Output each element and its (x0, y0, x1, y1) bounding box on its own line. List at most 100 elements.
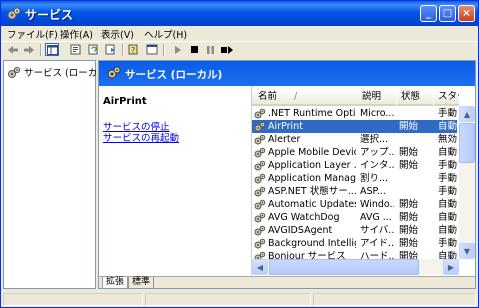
horizontal-scroll-thumb[interactable] (269, 259, 419, 275)
service-gear-icon (254, 160, 266, 171)
pane-header-title: サービス (ローカル) (125, 69, 223, 81)
show-hide-tree-button[interactable] (45, 43, 59, 56)
column-header-label: 状態 (401, 91, 421, 102)
vertical-scroll-thumb[interactable] (459, 123, 475, 163)
maximize-button[interactable]: □ (439, 5, 456, 22)
minimize-button[interactable]: _ (420, 5, 437, 22)
service-gear-icon (254, 147, 266, 158)
restart-service-button[interactable] (220, 43, 234, 56)
service-gear-icon (254, 212, 266, 223)
service-startup-cell: 手動 (438, 108, 458, 119)
column-header-name[interactable]: 名前 / (254, 90, 347, 106)
service-description-cell: Windo... (360, 199, 394, 210)
menu-file[interactable]: ファイル(F) (7, 27, 58, 41)
table-row[interactable]: Background Intellig... アイド... 開始 手動 (252, 237, 457, 250)
start-service-button[interactable] (171, 43, 185, 56)
menu-help[interactable]: ヘルプ(H) (144, 27, 187, 41)
service-name-cell: Alerter (268, 134, 301, 145)
status-bar (1, 291, 478, 307)
stop-service-button[interactable] (187, 43, 201, 56)
menu-action[interactable]: 操作(A) (60, 27, 93, 41)
export-list-button[interactable] (104, 43, 118, 56)
tab-extended[interactable]: 拡張 (102, 277, 129, 288)
close-button[interactable]: × (458, 5, 475, 22)
service-name-cell: .NET Runtime Opti... (268, 108, 356, 119)
service-name-cell: AVGIDSAgent (268, 225, 333, 236)
left-arrow-icon: ◀ (256, 262, 264, 272)
service-description-cell: Micro... (360, 108, 394, 119)
service-startup-cell: 自動 (438, 212, 458, 223)
console-tree-icon (46, 44, 58, 55)
column-header-label: スタートアップの種類 (438, 91, 459, 102)
status-cell (313, 293, 476, 306)
svg-text:?: ? (131, 46, 135, 55)
selected-service-name: AirPrint (103, 96, 147, 107)
maximize-icon: □ (442, 8, 453, 19)
table-row[interactable]: Application Manage... 割り... 手動 (252, 172, 457, 185)
service-name-cell: ASP.NET 状態サー... (268, 186, 356, 197)
scroll-up-button[interactable]: ▲ (459, 106, 475, 122)
tab-standard[interactable]: 標準 (128, 277, 155, 288)
service-startup-cell: 無効 (438, 134, 458, 145)
play-icon (175, 45, 181, 54)
help-icon: ? (128, 44, 138, 55)
toolbar-separator (40, 44, 42, 56)
refresh-button[interactable] (87, 43, 101, 56)
toolbar-separator (163, 44, 165, 56)
table-row[interactable]: Alerter 選択... 無効 (252, 133, 457, 146)
column-header-label: 説明 (362, 91, 382, 102)
service-name-cell: AVG WatchDog (268, 212, 340, 223)
service-description-cell: インタ... (360, 160, 394, 171)
horizontal-scrollbar[interactable]: ◀ ▶ (252, 259, 459, 275)
service-name-cell: Automatic Updates (268, 199, 356, 210)
services-list: 名前 / 説明 状態 スタートアップの種類 .NET Runtime Opti.… (251, 86, 475, 276)
table-row[interactable]: AVGIDSAgent サイバ... 開始 自動 (252, 224, 457, 237)
service-startup-cell: 手動 (438, 173, 458, 184)
tree-item-services-local[interactable]: サービス (ローカル) (7, 65, 110, 79)
title-bar[interactable]: サービス _ □ × (1, 1, 478, 26)
service-status-cell: 開始 (399, 147, 419, 158)
menu-view[interactable]: 表示(V) (101, 27, 134, 41)
sort-indicator: / (294, 91, 298, 102)
table-row[interactable]: AVG WatchDog AVG ... 開始 自動 (252, 211, 457, 224)
service-gear-icon (254, 225, 266, 236)
table-row[interactable]: Automatic Updates Windo... 開始 自動 (252, 198, 457, 211)
back-arrow-icon (8, 45, 18, 54)
view-tabs: 拡張 標準 (99, 276, 475, 288)
console-tree: サービス (ローカル) (3, 60, 110, 289)
column-header-startup-type[interactable]: スタートアップの種類 (434, 90, 459, 106)
service-description-cell: AVG ... (360, 212, 392, 223)
column-header-status[interactable]: 状態 (397, 90, 433, 106)
service-description-cell: 割り... (360, 173, 389, 184)
toolbar-separator (122, 44, 124, 56)
console-view-button[interactable] (145, 43, 159, 56)
services-gear-icon (8, 66, 21, 78)
back-button[interactable] (6, 43, 20, 56)
scroll-down-button[interactable]: ▼ (459, 243, 475, 259)
console-view-icon (146, 44, 158, 55)
window-title: サービス (25, 8, 74, 22)
pause-service-button[interactable] (203, 43, 217, 56)
table-row[interactable]: AirPrint 開始 自動 (252, 120, 457, 133)
table-row[interactable]: ASP.NET 状態サー... ASP... 手動 (252, 185, 457, 198)
column-header-description[interactable]: 説明 (358, 90, 396, 106)
service-startup-cell: 手動 (438, 186, 458, 197)
table-row[interactable]: Apple Mobile Device アップ... 開始 自動 (252, 146, 457, 159)
service-startup-cell: 自動 (438, 147, 458, 158)
help-button[interactable]: ? (127, 43, 141, 56)
scroll-right-button[interactable]: ▶ (443, 259, 459, 275)
table-row[interactable]: Application Layer ... インタ... 開始 手動 (252, 159, 457, 172)
forward-button[interactable] (22, 43, 36, 56)
restart-service-link[interactable]: サービスの再起動 (103, 130, 179, 144)
service-name-cell: Application Manage... (268, 173, 356, 184)
scroll-left-button[interactable]: ◀ (252, 259, 268, 275)
service-description-cell: アップ... (360, 147, 394, 158)
toolbar: ? (1, 41, 478, 58)
status-cell (3, 293, 143, 306)
properties-button[interactable] (69, 43, 83, 56)
table-row[interactable]: .NET Runtime Opti... Micro... 手動 (252, 107, 457, 120)
vertical-scrollbar[interactable]: ▲ ▼ (459, 106, 475, 259)
service-status-cell: 開始 (399, 225, 419, 236)
status-cell (145, 293, 311, 306)
details-pane: サービス (ローカル) AirPrint サービスの停止 サービスの再起動 名前… (98, 60, 476, 289)
